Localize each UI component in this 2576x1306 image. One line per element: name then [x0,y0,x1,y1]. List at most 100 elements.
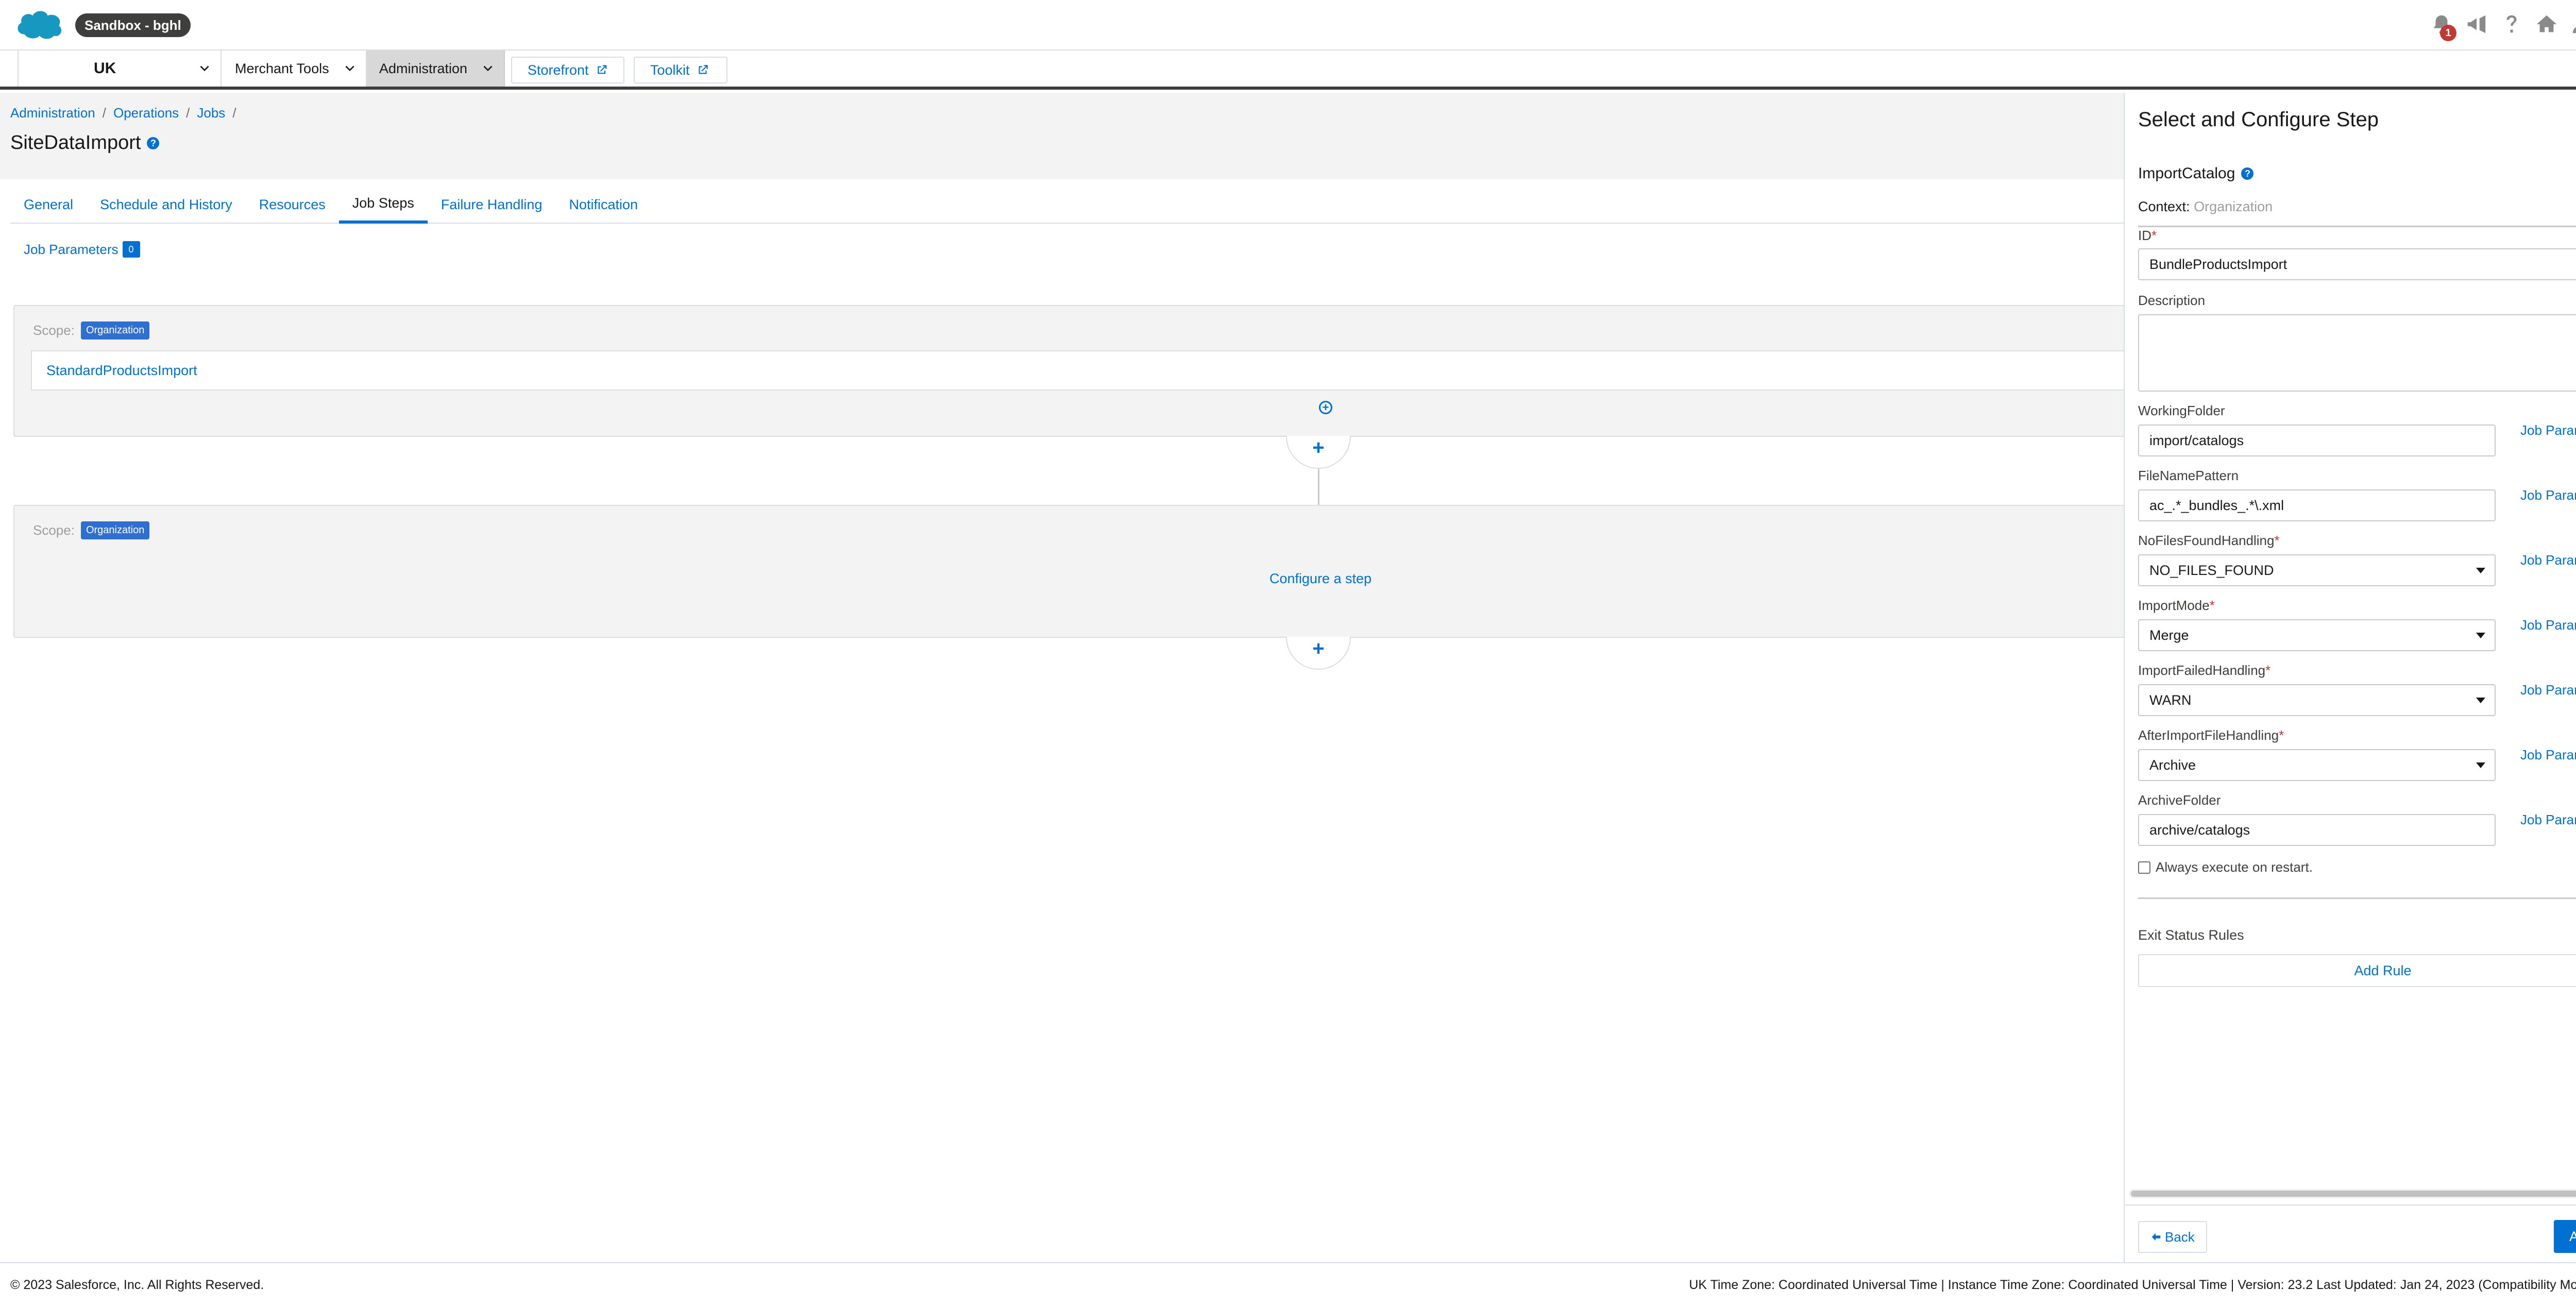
tab-general[interactable]: General [10,185,87,224]
page-footer: © 2023 Salesforce, Inc. All Rights Reser… [0,1262,2576,1306]
scope-organization-badge: Organization [80,321,150,340]
tab-resources[interactable]: Resources [246,185,339,224]
restart-checkbox-label: Always execute on restart. [2156,859,2313,875]
file-name-pattern-job-parameters-link[interactable]: Job Parameters [2520,487,2576,503]
no-files-found-handling-label: NoFilesFoundHandling* [2138,533,2280,548]
scope-label-text: Scope: [33,323,75,338]
add-step-button[interactable]: + [1286,637,1351,670]
import-failed-handling-job-parameters-link[interactable]: Job Parameters [2520,682,2576,698]
toolkit-link[interactable]: Toolkit [634,57,727,83]
salesforce-logo[interactable] [14,6,65,42]
merchant-tools-label: Merchant Tools [235,60,329,76]
working-folder-job-parameters-link[interactable]: Job Parameters [2520,422,2576,438]
external-link-icon [597,65,606,74]
import-mode-label: ImportMode* [2138,598,2215,613]
tab-job-steps[interactable]: Job Steps [338,185,428,224]
context-label: Context: [2138,199,2190,214]
id-label: ID* [2138,228,2157,243]
job-parameters-link[interactable]: Job Parameters 0 [24,241,140,258]
job-tabs: General Schedule and History Resources J… [10,185,2125,224]
storefront-link[interactable]: Storefront [511,57,624,83]
tab-schedule-and-history[interactable]: Schedule and History [87,185,246,224]
dropdown-arrow-icon [2476,568,2485,573]
help-icon[interactable]: ? [2241,167,2254,180]
step-standard-products-import[interactable]: StandardProductsImport [31,350,2126,391]
main-navigation: UK Merchant Tools Administration Storefr… [0,50,2576,90]
help-icon[interactable] [2500,11,2523,37]
add-rule-button[interactable]: Add Rule [2138,954,2576,987]
breadcrumb-separator: / [232,105,236,121]
dropdown-arrow-icon [2476,633,2485,638]
scrollbar-thumb[interactable] [2131,1191,2576,1197]
add-step-button[interactable]: + [1286,436,1351,469]
scope-organization-badge: Organization [80,521,150,539]
import-failed-handling-label: ImportFailedHandling* [2138,663,2271,678]
archive-folder-field[interactable]: archive/catalogs [2138,814,2496,846]
archive-folder-job-parameters-link[interactable]: Job Parameters [2520,812,2576,828]
announcements-icon[interactable] [2465,11,2488,37]
import-mode-select[interactable]: Merge [2138,619,2496,651]
breadcrumb: Administration / Operations / Jobs / [10,105,236,121]
after-import-file-handling-job-parameters-link[interactable]: Job Parameters [2520,747,2576,763]
breadcrumb-operations[interactable]: Operations [113,105,179,121]
chevron-down-icon [483,65,493,72]
chevron-down-icon [345,65,354,72]
administration-menu[interactable]: Administration [367,50,505,87]
context-value: Organization [2194,199,2273,214]
job-parameters-label: Job Parameters [24,241,118,257]
dropdown-arrow-icon [2476,698,2485,703]
copyright-text: © 2023 Salesforce, Inc. All Rights Reser… [10,1278,264,1292]
scope-label-text: Scope: [33,522,75,538]
file-name-pattern-field[interactable]: ac_.*_bundles_.*\.xml [2138,489,2496,521]
help-icon[interactable]: ? [147,137,160,149]
id-field[interactable]: BundleProductsImport [2138,248,2576,280]
after-import-file-handling-label: AfterImportFileHandling* [2138,727,2284,743]
dropdown-arrow-icon [2476,762,2485,768]
add-parallel-step-icon[interactable]: + [1319,401,1332,414]
external-link-icon [698,65,708,74]
header-icons: 1 [2430,11,2576,41]
divider [2138,897,2576,899]
back-button[interactable]: Back [2138,1221,2207,1253]
import-mode-job-parameters-link[interactable]: Job Parameters [2520,617,2576,633]
footer-info: UK Time Zone: Coordinated Universal Time… [1689,1278,2576,1292]
breadcrumb-separator: / [102,105,106,121]
storefront-label: Storefront [528,62,589,78]
configure-step-panel: Select and Configure Step × ImportCatalo… [2124,93,2576,1262]
page-header: Administration / Operations / Jobs / Sit… [0,93,2125,179]
arrow-left-icon [2151,1233,2161,1241]
merchant-tools-menu[interactable]: Merchant Tools [223,50,367,87]
restart-checkbox-row[interactable]: Always execute on restart. [2138,859,2313,875]
working-folder-label: WorkingFolder [2138,403,2225,418]
breadcrumb-administration[interactable]: Administration [10,105,95,121]
tab-failure-handling[interactable]: Failure Handling [428,185,556,224]
working-folder-field[interactable]: import/catalogs [2138,425,2496,456]
panel-footer: Back Assign [2125,1205,2576,1262]
site-selector[interactable]: UK [18,50,222,87]
breadcrumb-jobs[interactable]: Jobs [197,105,225,121]
after-import-file-handling-select[interactable]: Archive [2138,749,2496,781]
home-icon[interactable] [2535,11,2558,37]
no-files-found-handling-select[interactable]: NO_FILES_FOUND [2138,554,2496,586]
exit-status-rules-label: Exit Status Rules [2138,927,2244,943]
divider [2138,226,2576,227]
no-files-found-handling-job-parameters-link[interactable]: Job Parameters [2520,552,2576,568]
step-type-label: ImportCatalog [2138,165,2235,182]
page-title: SiteDataImport ? [10,132,160,154]
top-header: Sandbox - bghl 1 [0,0,2576,50]
description-field[interactable] [2138,314,2576,392]
tab-notification[interactable]: Notification [555,185,651,224]
user-icon[interactable] [2570,11,2576,37]
page-title-text: SiteDataImport [10,132,141,154]
context-row: Context: Organization [2138,199,2273,215]
toolkit-label: Toolkit [650,62,690,78]
import-failed-handling-select[interactable]: WARN [2138,684,2496,716]
file-name-pattern-label: FileNamePattern [2138,468,2239,483]
scope-label: Scope: Organization [33,321,150,340]
assign-button[interactable]: Assign [2553,1220,2576,1253]
horizontal-scrollbar[interactable] [2129,1189,2576,1198]
restart-checkbox[interactable] [2138,861,2150,874]
configure-step-link[interactable]: Configure a step [1269,571,1371,587]
breadcrumb-separator: / [186,105,190,121]
notifications-icon[interactable]: 1 [2430,11,2456,41]
